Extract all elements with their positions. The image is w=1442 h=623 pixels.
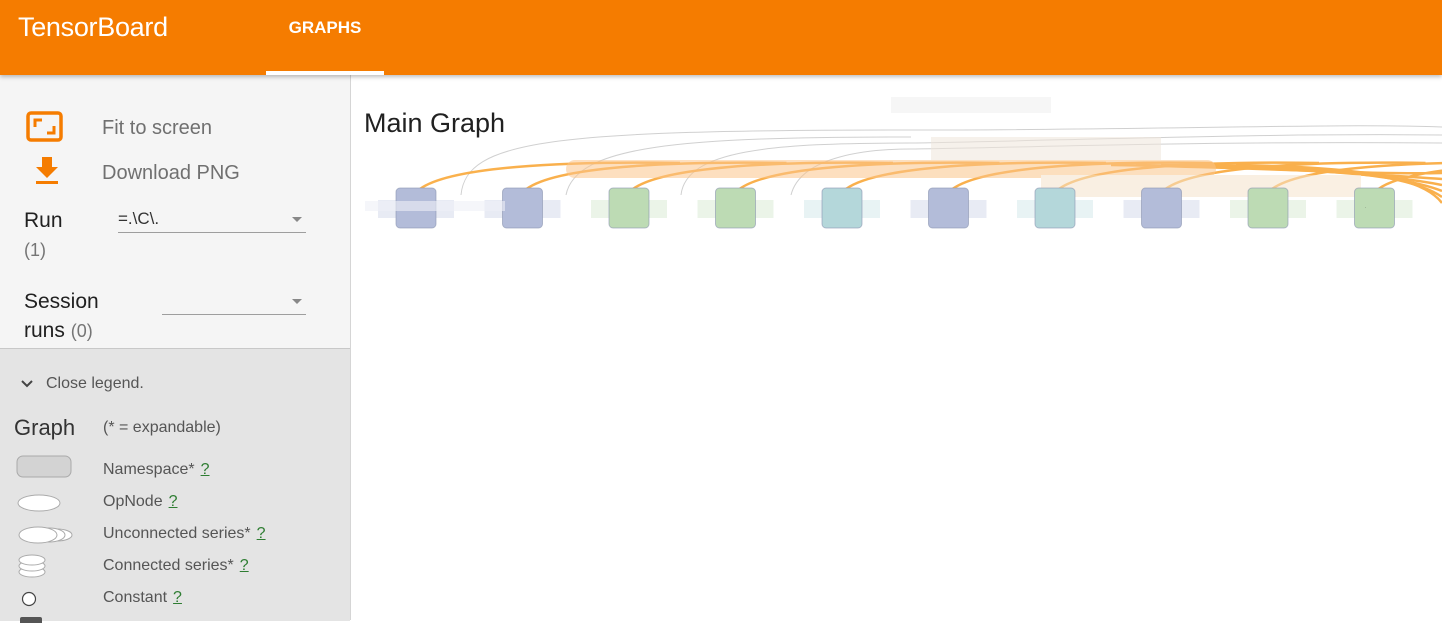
chevron-down-icon: [292, 299, 302, 304]
graph-namespace-node[interactable]: [822, 188, 862, 228]
legend-item-label: Namespace*: [103, 461, 195, 478]
graph-canvas[interactable]: · Main Graph: [351, 75, 1442, 620]
top-bar: TensorBoard GRAPHS: [0, 0, 1442, 75]
legend-title: Graph: [14, 415, 75, 441]
session-runs-label-word: runs: [24, 319, 65, 342]
legend-item-constant: Constant?: [103, 589, 182, 607]
unconnected-series-icon: [16, 525, 76, 545]
close-legend-label: Close legend.: [46, 375, 144, 393]
help-link[interactable]: ?: [173, 589, 182, 606]
fit-to-screen-button[interactable]: [26, 111, 66, 143]
graph-namespace-node[interactable]: [929, 188, 969, 228]
session-runs-label-line2: runs (0): [24, 319, 93, 343]
graph-namespace-node[interactable]: [1248, 188, 1288, 228]
run-select-value: =.\C\.: [118, 209, 159, 228]
legend-next-icon: [20, 617, 42, 623]
graph-title: Main Graph: [364, 108, 505, 139]
session-runs-label-line1: Session: [24, 290, 99, 314]
node-tiny-label: ·: [1365, 205, 1366, 210]
run-select[interactable]: =.\C\.: [118, 206, 306, 233]
legend-subtitle: (* = expandable): [103, 419, 221, 437]
legend-item-unconnected-series: Unconnected series*?: [103, 525, 266, 543]
graph-svg[interactable]: ·: [351, 75, 1442, 620]
run-count: (1): [24, 240, 46, 261]
chevron-down-icon: [292, 217, 302, 222]
session-runs-select[interactable]: [162, 288, 306, 315]
namespace-icon: [16, 455, 74, 479]
graph-namespace-node[interactable]: [1035, 188, 1075, 228]
help-link[interactable]: ?: [240, 557, 249, 574]
graph-namespace-node[interactable]: [1355, 188, 1395, 228]
legend-panel: Close legend. Graph (* = expandable) Nam…: [0, 348, 350, 621]
graph-namespace-node[interactable]: [716, 188, 756, 228]
constant-icon: [20, 590, 40, 610]
download-png-button[interactable]: [34, 155, 60, 185]
help-link[interactable]: ?: [169, 493, 178, 510]
fit-to-screen-label[interactable]: Fit to screen: [102, 117, 212, 140]
legend-item-label: Unconnected series*: [103, 525, 251, 542]
run-label: Run: [24, 209, 63, 233]
graph-namespace-node[interactable]: [503, 188, 543, 228]
download-icon: [34, 155, 60, 185]
graph-namespace-node[interactable]: [609, 188, 649, 228]
connected-series-icon: [16, 552, 50, 580]
legend-item-label: Constant: [103, 589, 167, 606]
help-link[interactable]: ?: [257, 525, 266, 542]
app-title: TensorBoard: [18, 12, 168, 43]
fit-screen-icon: [26, 111, 66, 143]
legend-item-connected-series: Connected series*?: [103, 557, 249, 575]
legend-item-opnode: OpNode?: [103, 493, 178, 511]
legend-item-namespace: Namespace*?: [103, 461, 210, 479]
tab-graphs[interactable]: GRAPHS: [266, 0, 384, 75]
session-runs-count: (0): [71, 321, 93, 341]
opnode-icon: [16, 493, 64, 513]
tab-active-indicator: [266, 71, 384, 75]
close-legend-button[interactable]: Close legend.: [20, 375, 144, 393]
help-link[interactable]: ?: [201, 461, 210, 478]
legend-item-label: Connected series*: [103, 557, 234, 574]
sidebar: Fit to screen Download PNG Run (1) =.\C\…: [0, 75, 351, 620]
download-png-label[interactable]: Download PNG: [102, 162, 240, 185]
graph-namespace-node[interactable]: [1142, 188, 1182, 228]
legend-item-label: OpNode: [103, 493, 163, 510]
chevron-down-icon: [20, 379, 34, 389]
